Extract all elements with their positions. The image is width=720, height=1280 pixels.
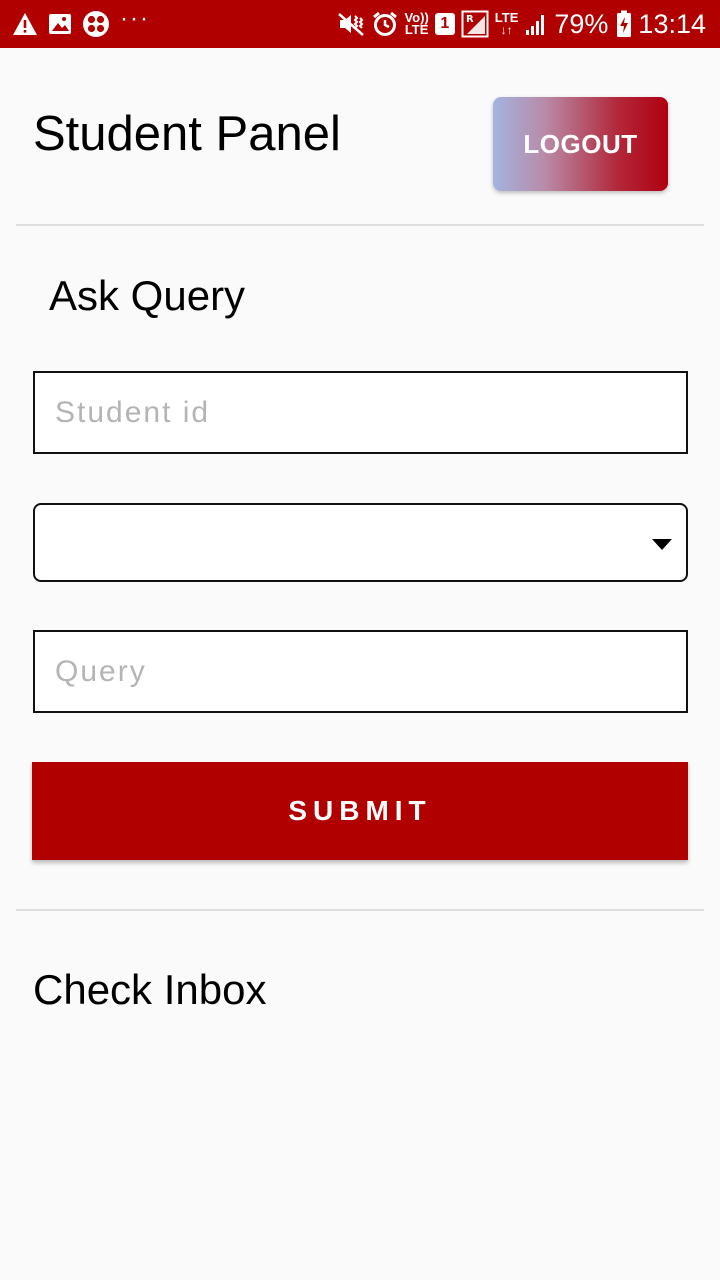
battery-charging-icon xyxy=(616,0,632,48)
ask-query-heading: Ask Query xyxy=(49,272,246,319)
battery-percent: 79% xyxy=(554,9,609,39)
student-id-field xyxy=(33,371,688,454)
sim1-label: 1 xyxy=(434,13,455,35)
sim1-icon: 1 xyxy=(434,0,455,48)
header-divider xyxy=(16,224,704,226)
clover-app-icon xyxy=(82,0,110,48)
roaming-signal-icon: R xyxy=(461,0,489,48)
status-bar-right: Vo)) LTE 1 R LTE ↓↑ 79% 13:14 xyxy=(338,0,706,48)
signal-strength-icon xyxy=(524,0,548,48)
query-input[interactable] xyxy=(35,632,686,711)
submit-button[interactable]: SUBMIT xyxy=(32,762,688,860)
warning-icon xyxy=(12,0,38,48)
alarm-icon xyxy=(372,0,398,48)
logout-button[interactable]: LOGOUT xyxy=(493,97,668,191)
student-id-input[interactable] xyxy=(35,373,686,452)
category-dropdown[interactable] xyxy=(33,503,688,582)
check-inbox-heading[interactable]: Check Inbox xyxy=(33,964,266,1016)
status-bar-left: ··· xyxy=(12,0,150,48)
clock: 13:14 xyxy=(638,9,706,39)
section-divider xyxy=(16,909,704,911)
caret-down-icon xyxy=(652,539,672,550)
status-bar: ··· Vo)) LTE 1 R LTE ↓↑ 79% 13:14 xyxy=(0,0,720,48)
query-field xyxy=(33,630,688,713)
mute-vibrate-icon xyxy=(338,0,366,48)
page-title: Student Panel xyxy=(33,107,341,161)
image-icon xyxy=(48,0,72,48)
svg-text:R: R xyxy=(466,14,474,25)
volte-lte-label: LTE xyxy=(404,22,429,37)
volte-icon: Vo)) LTE xyxy=(404,0,428,48)
more-notifications-icon: ··· xyxy=(120,5,150,32)
lte-data-icon: LTE ↓↑ xyxy=(494,10,519,37)
